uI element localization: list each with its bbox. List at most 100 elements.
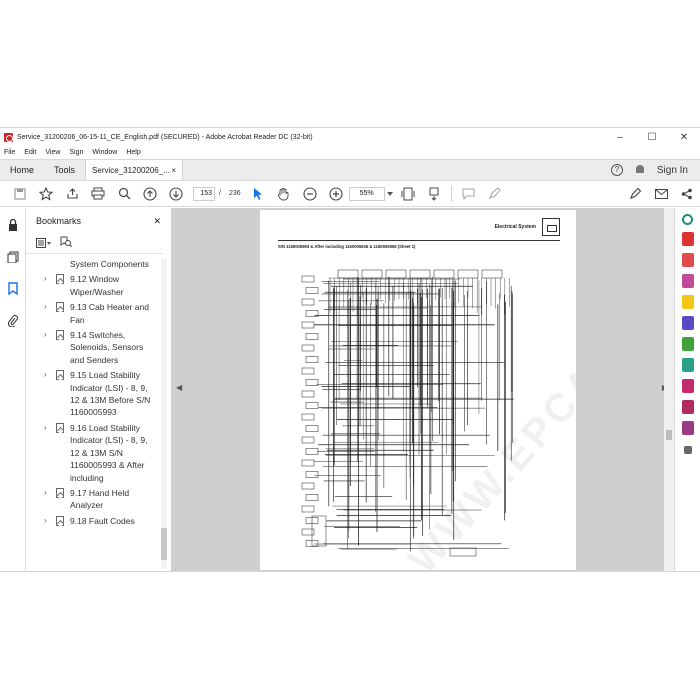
schematic-component (305, 287, 319, 294)
acrobat-app-icon (4, 132, 13, 142)
bookmarks-panel-icon[interactable] (7, 282, 18, 300)
email-icon[interactable] (648, 183, 674, 205)
hand-tool-icon[interactable] (271, 183, 297, 205)
maximize-button[interactable]: ☐ (636, 132, 668, 143)
collapse-left-panel-icon[interactable]: ◀ (176, 383, 182, 392)
share-icon[interactable] (674, 183, 700, 205)
redact-icon[interactable] (681, 379, 694, 393)
bookmark-icon (56, 370, 64, 381)
document-scrollbar[interactable] (664, 208, 674, 571)
bookmarks-scrollbar[interactable] (161, 258, 167, 569)
menu-edit[interactable]: Edit (24, 149, 36, 156)
close-window-button[interactable]: ✕ (668, 132, 700, 143)
upload-icon[interactable] (59, 183, 85, 205)
bookmarks-toolbar (26, 234, 163, 254)
search-tool-icon[interactable] (682, 214, 693, 225)
comment-icon[interactable] (456, 183, 482, 205)
organize-pages-icon[interactable] (681, 337, 694, 351)
tab-tools[interactable]: Tools (44, 160, 85, 180)
tab-close-icon[interactable]: × (171, 166, 176, 175)
bookmark-options-icon[interactable] (36, 235, 52, 253)
bookmark-item[interactable]: System Components (26, 258, 159, 270)
document-scroll-thumb[interactable] (666, 430, 672, 440)
schematic-component (305, 333, 319, 340)
bookmark-icon (56, 422, 64, 433)
bookmarks-scroll-thumb[interactable] (161, 528, 167, 560)
menu-sign[interactable]: Sign (69, 149, 83, 156)
menu-window[interactable]: Window (92, 149, 117, 156)
menu-help[interactable]: Help (126, 149, 140, 156)
schematic-component (305, 379, 319, 386)
expand-chevron-icon[interactable]: › (44, 329, 54, 366)
bookmark-label: 9.18 Fault Codes (70, 515, 135, 526)
page-number-input[interactable]: 153 (193, 186, 215, 201)
bookmark-item[interactable]: › 9.17 Hand Held Analyzer (26, 487, 159, 512)
sign-in-button[interactable]: Sign In (657, 165, 688, 176)
next-page-icon[interactable] (163, 183, 189, 205)
expand-chevron-icon[interactable]: › (44, 369, 54, 419)
document-viewer[interactable]: ◀ Electrical System S/N 1160005993 & Aft… (172, 208, 674, 571)
expand-chevron-icon[interactable]: › (44, 487, 54, 512)
expand-chevron-icon[interactable]: › (44, 422, 54, 484)
schematic-component (305, 494, 319, 501)
highlight-pen-icon[interactable] (482, 183, 508, 205)
tab-home[interactable]: Home (0, 160, 44, 180)
fill-sign-icon[interactable] (681, 421, 694, 435)
schematic-component (305, 356, 319, 363)
select-cursor-icon[interactable] (245, 183, 271, 205)
print-icon[interactable] (85, 183, 111, 205)
bookmark-star-icon[interactable] (33, 183, 59, 205)
header-rule (278, 240, 560, 241)
bookmark-item[interactable]: › 9.13 Cab Heater and Fan (26, 301, 159, 326)
bookmark-item[interactable]: › 9.16 Load Stability Indicator (LSI) - … (26, 422, 159, 484)
bookmark-item[interactable]: › 9.15 Load Stability Indicator (LSI) - … (26, 369, 159, 419)
page-thumbnails-icon[interactable] (7, 250, 19, 268)
page-section-title: Electrical System (494, 224, 536, 230)
lock-icon[interactable] (8, 218, 18, 236)
combine-files-icon[interactable] (681, 316, 694, 330)
close-bookmarks-icon[interactable]: ✕ (153, 216, 161, 227)
schematic-component (301, 321, 315, 329)
tab-document[interactable]: Service_31200206_... × (85, 160, 184, 180)
previous-page-icon[interactable] (137, 183, 163, 205)
schematic-component (449, 547, 477, 557)
expand-chevron-icon[interactable]: › (44, 273, 54, 298)
schematic-component (301, 436, 315, 444)
schematic-component (481, 269, 503, 279)
zoom-out-icon[interactable] (297, 183, 323, 205)
protect-icon[interactable] (681, 400, 694, 414)
comment-tool-icon[interactable] (681, 295, 694, 309)
bookmark-item[interactable]: › 9.14 Switches, Solenoids, Sensors and … (26, 329, 159, 366)
right-tools-rail (674, 208, 700, 571)
find-icon[interactable] (111, 183, 137, 205)
save-icon[interactable] (7, 183, 33, 205)
zoom-level-select[interactable]: 55% (348, 186, 385, 201)
schematic-component (301, 413, 315, 421)
page-separator: / (219, 190, 221, 197)
menu-view[interactable]: View (45, 149, 60, 156)
help-icon[interactable]: ? (610, 164, 623, 176)
create-pdf-icon[interactable] (681, 253, 694, 267)
scrolling-mode-icon[interactable] (421, 183, 447, 205)
find-bookmark-icon[interactable] (60, 235, 73, 253)
schematic-component (457, 269, 479, 279)
expand-chevron-icon[interactable]: › (44, 515, 54, 527)
wiring-schematic (301, 269, 514, 557)
page-fit-icon[interactable] (395, 183, 421, 205)
pdf-page[interactable]: Electrical System S/N 1160005993 & After… (260, 210, 576, 570)
attachments-paperclip-icon[interactable] (7, 314, 18, 332)
minimize-button[interactable]: – (604, 132, 636, 143)
expand-chevron-icon[interactable]: › (44, 301, 54, 326)
export-pdf-icon[interactable] (681, 232, 694, 246)
bookmark-item[interactable]: › 9.12 Window Wiper/Washer (26, 273, 159, 298)
menu-file[interactable]: File (4, 149, 15, 156)
edit-pdf-icon[interactable] (681, 274, 694, 288)
more-tools-icon[interactable] (683, 446, 692, 454)
zoom-dropdown-chevron-icon[interactable] (385, 183, 395, 205)
zoom-in-icon[interactable] (323, 183, 349, 205)
bookmark-item[interactable]: › 9.18 Fault Codes (26, 515, 159, 527)
sign-pen-icon[interactable] (622, 183, 648, 205)
notification-bell-icon[interactable] (635, 165, 645, 175)
compress-pdf-icon[interactable] (681, 358, 694, 372)
bookmarks-header: Bookmarks ✕ (26, 208, 171, 234)
